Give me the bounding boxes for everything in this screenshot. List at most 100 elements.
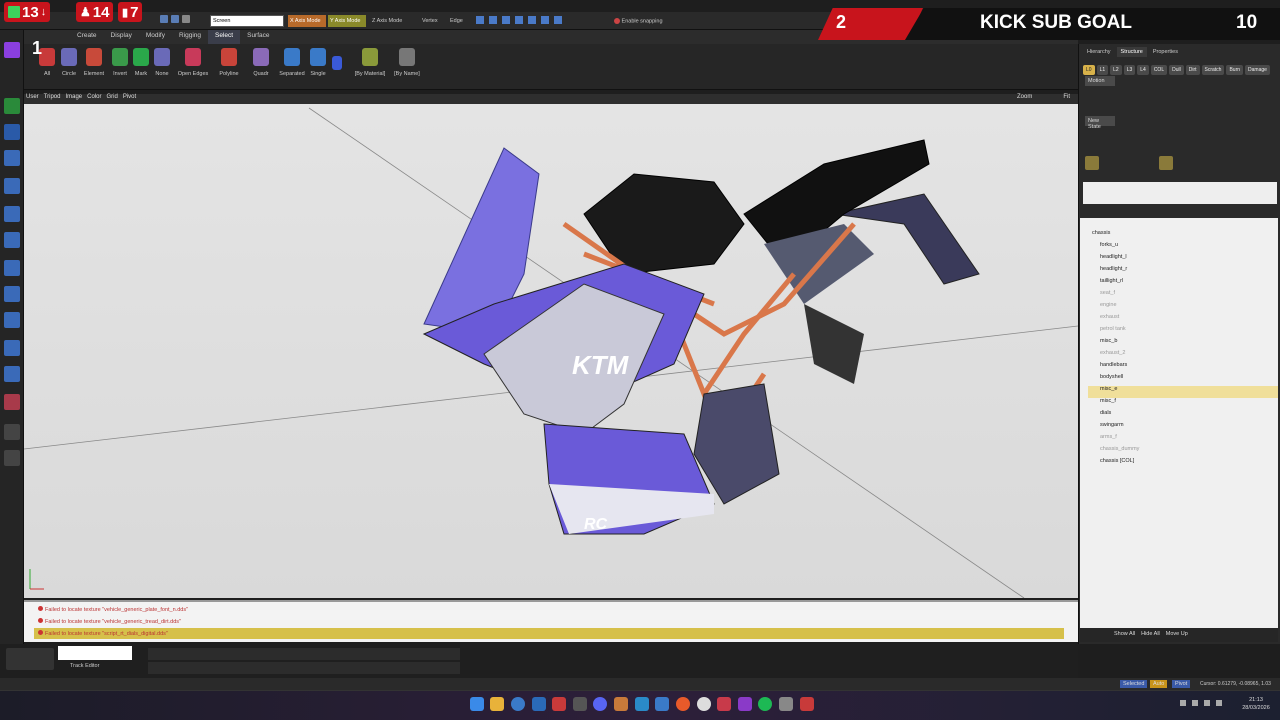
tree-item[interactable]: exhaust_2 xyxy=(1088,350,1278,362)
tab-rigging[interactable]: Rigging xyxy=(172,30,208,44)
mirror-icon[interactable] xyxy=(528,16,536,24)
misc-tool-icon-2[interactable] xyxy=(4,450,20,466)
spotify-icon[interactable] xyxy=(758,697,772,711)
chip-l2[interactable]: L2 xyxy=(1110,65,1122,75)
app-icon-purple[interactable] xyxy=(738,697,752,711)
editor-app-icon[interactable] xyxy=(800,697,814,711)
select-single-button[interactable]: Single xyxy=(308,48,328,77)
tree-item[interactable]: petrol tank xyxy=(1088,326,1278,338)
wifi-icon[interactable] xyxy=(1192,700,1198,706)
select-circle-button[interactable]: Circle xyxy=(60,48,78,77)
view-menu-color[interactable]: Color xyxy=(87,94,101,104)
tree-item[interactable]: chassis [COL] xyxy=(1088,458,1278,470)
pivot-icon[interactable] xyxy=(515,16,523,24)
view-menu-tripod[interactable]: Tripod xyxy=(44,94,61,104)
volume-icon[interactable] xyxy=(1204,700,1210,706)
material-swatch-icon-2[interactable] xyxy=(1159,156,1173,170)
tab-hierarchy[interactable]: Hierarchy xyxy=(1083,47,1115,57)
chip-l4[interactable]: L4 xyxy=(1137,65,1149,75)
extrude-tool-icon[interactable] xyxy=(4,260,20,276)
tab-display[interactable]: Display xyxy=(104,30,139,44)
track-editor-button[interactable]: Track Editor xyxy=(58,663,132,673)
tab-surface[interactable]: Surface xyxy=(240,30,276,44)
app-icon-blue-2[interactable] xyxy=(655,697,669,711)
tree-item[interactable]: bodyshell xyxy=(1088,374,1278,386)
view-menu-image[interactable]: Image xyxy=(65,94,82,104)
misc-tool-icon[interactable] xyxy=(4,424,20,440)
tree-item[interactable]: arms_f xyxy=(1088,434,1278,446)
tree-item[interactable]: misc_b xyxy=(1088,338,1278,350)
motorcycle-model[interactable]: KTM RC xyxy=(422,139,980,535)
tree-item[interactable]: forks_u xyxy=(1088,242,1278,254)
select-separated-button[interactable]: Separated xyxy=(278,48,306,77)
align-icon[interactable] xyxy=(541,16,549,24)
timeline-track-2[interactable] xyxy=(148,662,460,674)
move-icon[interactable] xyxy=(476,16,484,24)
rotate-icon[interactable] xyxy=(489,16,497,24)
app-icon-gray[interactable] xyxy=(573,697,587,711)
select-all-button[interactable]: All xyxy=(38,48,56,77)
view-menu-user[interactable]: User xyxy=(26,94,39,104)
selected-mode[interactable]: Selected xyxy=(1120,680,1148,688)
tree-item[interactable]: exhaust xyxy=(1088,314,1278,326)
cut-tool-icon[interactable] xyxy=(4,312,20,328)
tree-item[interactable]: seat_f xyxy=(1088,290,1278,302)
app-icon-blue[interactable] xyxy=(635,697,649,711)
select-invert-button[interactable]: Invert xyxy=(110,48,130,77)
select-element-button[interactable]: Element xyxy=(82,48,106,77)
timeline-input[interactable] xyxy=(58,646,132,660)
material-swatch-icon[interactable] xyxy=(1085,156,1099,170)
chip-col[interactable]: COL xyxy=(1150,65,1168,75)
tab-structure[interactable]: Structure xyxy=(1116,47,1147,57)
select-extra-button[interactable] xyxy=(330,56,344,75)
scale-tool-icon[interactable] xyxy=(4,232,20,248)
select-mark-button[interactable]: Mark xyxy=(132,48,150,77)
tree-item[interactable]: taillight_rl xyxy=(1088,278,1278,290)
select-tool-icon[interactable] xyxy=(4,150,20,166)
tree-item[interactable]: dials xyxy=(1088,410,1278,422)
tree-item[interactable]: handlebars xyxy=(1088,362,1278,374)
app-icon-red-2[interactable] xyxy=(717,697,731,711)
start-icon[interactable] xyxy=(470,697,484,711)
x-axis-mode-button[interactable]: X Axis Mode xyxy=(288,15,326,27)
chip-scratch[interactable]: Scratch xyxy=(1201,65,1225,75)
refresh-icon[interactable] xyxy=(4,124,20,140)
app-icon-white[interactable] xyxy=(697,697,711,711)
select-by-name-button[interactable]: [By Name] xyxy=(392,48,422,77)
motion-dropdown[interactable]: Motion xyxy=(1085,76,1115,86)
battery-icon[interactable] xyxy=(1216,700,1222,706)
3d-viewport[interactable]: KTM RC xyxy=(23,104,1079,599)
undo-icon[interactable] xyxy=(160,15,168,23)
tab-properties[interactable]: Properties xyxy=(1149,47,1182,57)
edge-browser-icon[interactable] xyxy=(511,697,525,711)
chip-l3[interactable]: L3 xyxy=(1123,65,1136,75)
bridge-tool-icon[interactable] xyxy=(4,340,20,356)
redo-icon[interactable] xyxy=(171,15,179,23)
tree-item[interactable]: swingarm xyxy=(1088,422,1278,434)
tree-item[interactable]: misc_f xyxy=(1088,398,1278,410)
weld-tool-icon[interactable] xyxy=(4,286,20,302)
vertex-mode-button[interactable]: Vertex xyxy=(420,15,444,27)
hide-all-button[interactable]: Hide All xyxy=(1141,631,1160,639)
tree-item[interactable]: chassis xyxy=(1088,230,1278,242)
selection-filter-input[interactable] xyxy=(210,15,284,27)
file-explorer-icon[interactable] xyxy=(490,697,504,711)
z-axis-mode-button[interactable]: Z Axis Mode xyxy=(370,15,412,27)
add-icon[interactable] xyxy=(4,98,20,114)
app-icon-orange[interactable] xyxy=(614,697,628,711)
save-icon[interactable] xyxy=(182,15,190,23)
tree-item[interactable]: misc_e xyxy=(1088,386,1278,398)
chip-burn[interactable]: Burn xyxy=(1226,65,1244,75)
view-menu-pivot[interactable]: Pivot xyxy=(123,94,136,104)
show-all-button[interactable]: Show All xyxy=(1114,631,1135,639)
pivot-mode[interactable]: Pivot xyxy=(1172,680,1191,688)
select-polyline-button[interactable]: Polyline xyxy=(216,48,242,77)
y-axis-mode-button[interactable]: Y Axis Mode xyxy=(328,15,366,27)
tray-chevron-icon[interactable] xyxy=(1180,700,1186,706)
move-tool-icon[interactable] xyxy=(4,178,20,194)
chip-dirt[interactable]: Dirt xyxy=(1185,65,1200,75)
new-state-button[interactable]: New State xyxy=(1085,116,1115,130)
enable-snapping-toggle[interactable]: Enable snapping xyxy=(612,15,692,27)
view-menu-grid[interactable]: Grid xyxy=(107,94,118,104)
taskbar-clock[interactable]: 21:13 28/03/2026 xyxy=(1236,696,1276,716)
